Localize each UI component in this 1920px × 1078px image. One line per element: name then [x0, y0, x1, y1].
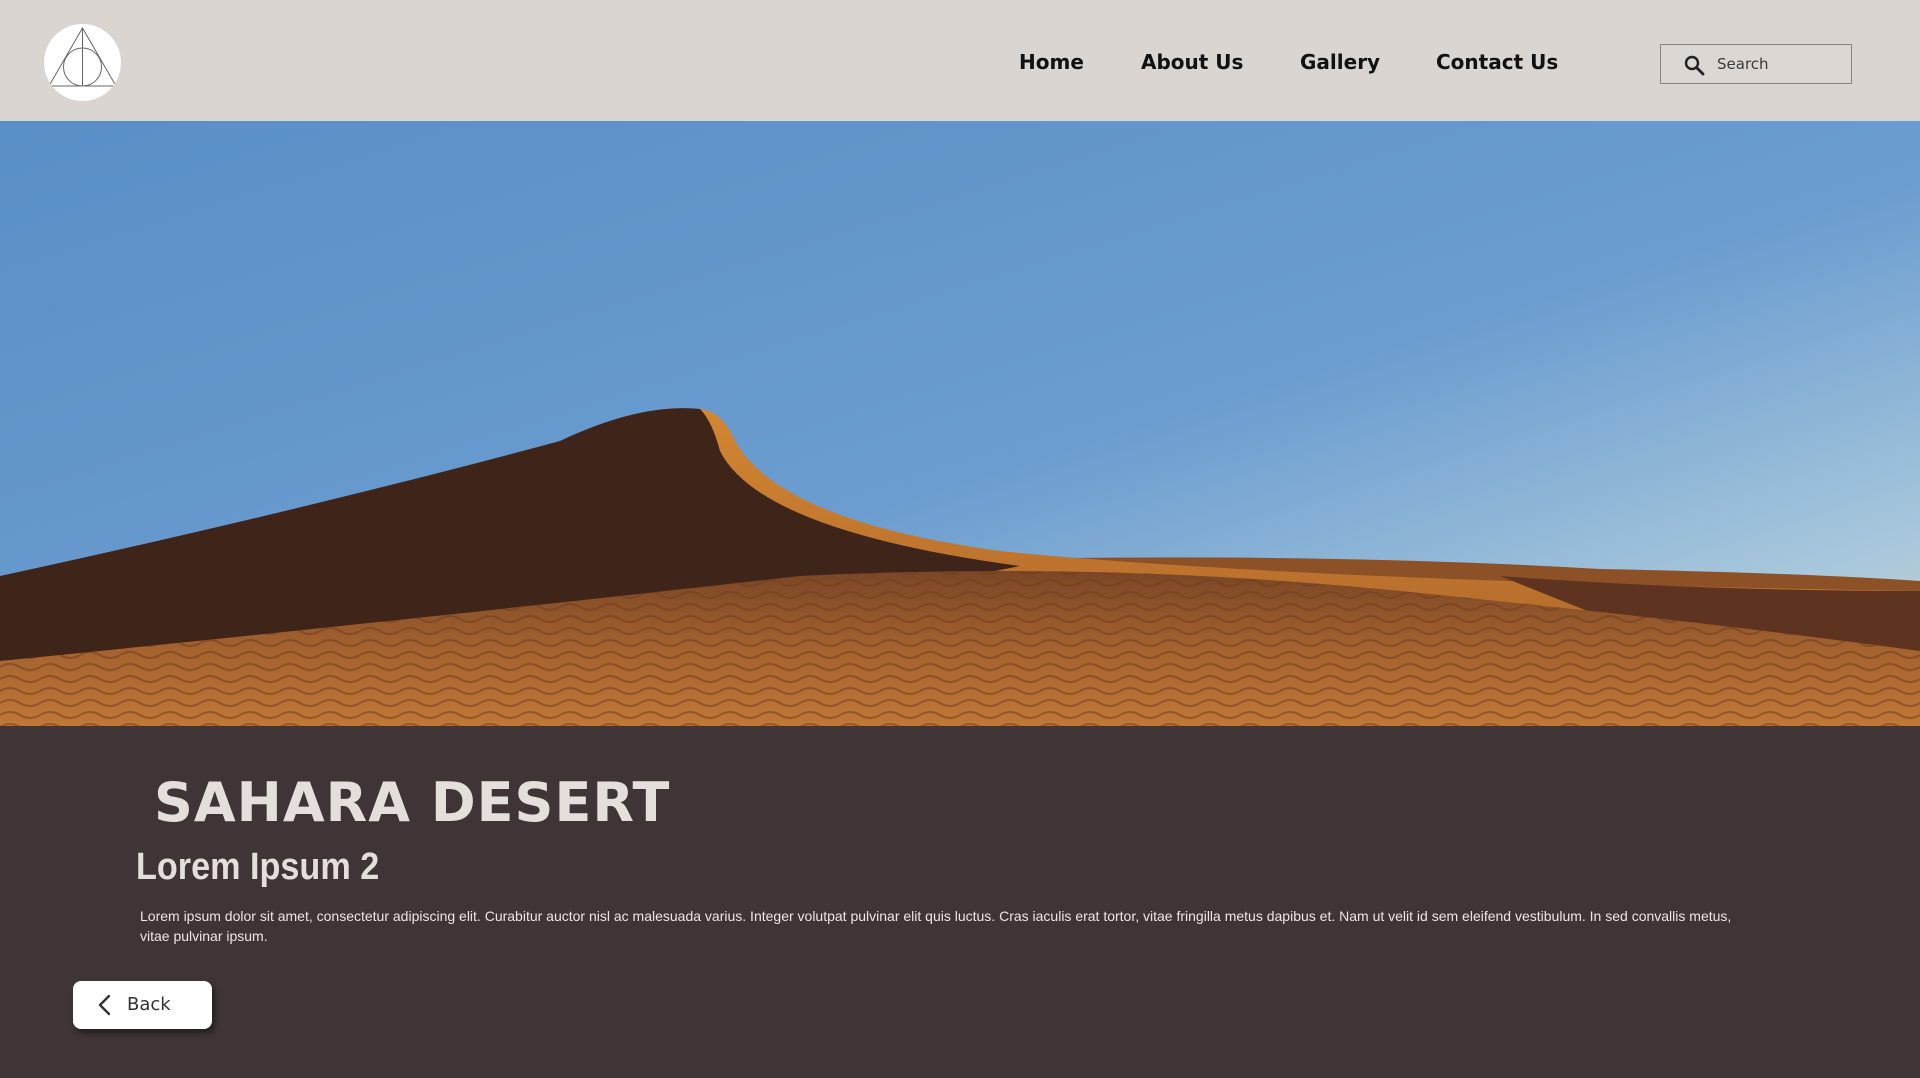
nav-gallery[interactable]: Gallery [1300, 50, 1380, 74]
deathly-hallows-logo-icon[interactable] [44, 24, 121, 101]
back-label: Back [127, 994, 171, 1015]
page-subtitle: Lorem Ipsum 2 [136, 846, 380, 888]
nav-contact-us[interactable]: Contact Us [1436, 50, 1558, 74]
search-icon[interactable] [1683, 54, 1705, 76]
desert-sand-dune-photo [0, 121, 1920, 726]
page-title: SAHARA DESERT [154, 771, 671, 834]
back-button[interactable]: Back [73, 981, 212, 1029]
search-box[interactable] [1660, 44, 1852, 84]
site-header: Home About Us Gallery Contact Us [0, 0, 1920, 121]
nav-about-us[interactable]: About Us [1141, 50, 1243, 74]
nav-home[interactable]: Home [1019, 50, 1084, 74]
description-text: Lorem ipsum dolor sit amet, consectetur … [140, 908, 1732, 944]
search-input[interactable] [1717, 45, 1847, 83]
content-section: SAHARA DESERT Lorem Ipsum 2 Lorem ipsum … [0, 726, 1920, 1078]
chevron-left-icon [98, 994, 111, 1016]
